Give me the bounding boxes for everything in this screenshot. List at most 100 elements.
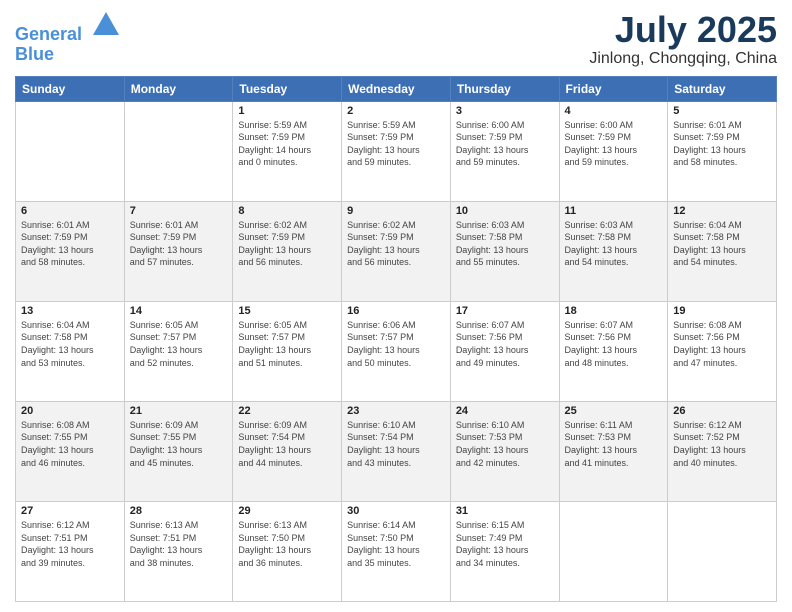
day-number: 11 [565,205,663,217]
table-row: 10 Sunrise: 6:03 AM Sunset: 7:58 PM Dayli… [450,201,559,301]
col-friday: Friday [559,76,668,101]
day-info: Sunrise: 6:08 AM Sunset: 7:56 PM Dayligh… [673,319,771,369]
table-row: 30 Sunrise: 6:14 AM Sunset: 7:50 PM Dayli… [342,501,451,601]
col-wednesday: Wednesday [342,76,451,101]
table-row: 17Sunrise: 6:07 AM Sunset: 7:56 PM Dayli… [450,301,559,401]
calendar-week-1: 1 Sunrise: 5:59 AM Sunset: 7:59 PM Daylig… [16,101,777,201]
day-info: Sunrise: 6:09 AM Sunset: 7:54 PM Dayligh… [238,419,336,469]
day-info: Sunrise: 5:59 AM Sunset: 7:59 PM Dayligh… [238,119,336,169]
day-info: Sunrise: 6:10 AM Sunset: 7:53 PM Dayligh… [456,419,554,469]
logo-icon [91,10,121,40]
day-info: Sunrise: 6:11 AM Sunset: 7:53 PM Dayligh… [565,419,663,469]
table-row [559,501,668,601]
day-info: Sunrise: 6:01 AM Sunset: 7:59 PM Dayligh… [130,219,228,269]
logo-text: General Blue [15,10,121,65]
table-row [668,501,777,601]
day-number: 30 [347,505,445,517]
day-info: Sunrise: 6:08 AM Sunset: 7:55 PM Dayligh… [21,419,119,469]
calendar-week-2: 6 Sunrise: 6:01 AM Sunset: 7:59 PM Daylig… [16,201,777,301]
table-row: 13Sunrise: 6:04 AM Sunset: 7:58 PM Dayli… [16,301,125,401]
day-number: 14 [130,305,228,317]
day-number: 13 [21,305,119,317]
day-number: 22 [238,405,336,417]
day-info: Sunrise: 6:10 AM Sunset: 7:54 PM Dayligh… [347,419,445,469]
table-row: 25 Sunrise: 6:11 AM Sunset: 7:53 PM Dayli… [559,401,668,501]
day-number: 26 [673,405,771,417]
table-row: 4 Sunrise: 6:00 AM Sunset: 7:59 PM Daylig… [559,101,668,201]
table-row: 31 Sunrise: 6:15 AM Sunset: 7:49 PM Dayli… [450,501,559,601]
day-number: 4 [565,105,663,117]
col-thursday: Thursday [450,76,559,101]
calendar-week-4: 20Sunrise: 6:08 AM Sunset: 7:55 PM Dayli… [16,401,777,501]
day-number: 29 [238,505,336,517]
month-title: July 2025 [589,10,777,50]
table-row: 23 Sunrise: 6:10 AM Sunset: 7:54 PM Dayli… [342,401,451,501]
day-number: 8 [238,205,336,217]
table-row: 19 Sunrise: 6:08 AM Sunset: 7:56 PM Dayli… [668,301,777,401]
day-info: Sunrise: 5:59 AM Sunset: 7:59 PM Dayligh… [347,119,445,169]
day-info: Sunrise: 6:07 AM Sunset: 7:56 PM Dayligh… [456,319,554,369]
day-info: Sunrise: 6:13 AM Sunset: 7:51 PM Dayligh… [130,519,228,569]
table-row: 24Sunrise: 6:10 AM Sunset: 7:53 PM Dayli… [450,401,559,501]
day-info: Sunrise: 6:15 AM Sunset: 7:49 PM Dayligh… [456,519,554,569]
table-row: 22 Sunrise: 6:09 AM Sunset: 7:54 PM Dayli… [233,401,342,501]
table-row: 2 Sunrise: 5:59 AM Sunset: 7:59 PM Daylig… [342,101,451,201]
day-number: 6 [21,205,119,217]
day-info: Sunrise: 6:09 AM Sunset: 7:55 PM Dayligh… [130,419,228,469]
day-number: 31 [456,505,554,517]
table-row: 8Sunrise: 6:02 AM Sunset: 7:59 PM Daylig… [233,201,342,301]
logo-blue: Blue [15,44,54,64]
day-number: 3 [456,105,554,117]
day-number: 2 [347,105,445,117]
col-sunday: Sunday [16,76,125,101]
table-row: 27Sunrise: 6:12 AM Sunset: 7:51 PM Dayli… [16,501,125,601]
day-info: Sunrise: 6:03 AM Sunset: 7:58 PM Dayligh… [565,219,663,269]
table-row: 16Sunrise: 6:06 AM Sunset: 7:57 PM Dayli… [342,301,451,401]
day-number: 21 [130,405,228,417]
day-number: 28 [130,505,228,517]
logo-general: General [15,24,82,44]
day-info: Sunrise: 6:14 AM Sunset: 7:50 PM Dayligh… [347,519,445,569]
day-info: Sunrise: 6:05 AM Sunset: 7:57 PM Dayligh… [130,319,228,369]
day-info: Sunrise: 6:03 AM Sunset: 7:58 PM Dayligh… [456,219,554,269]
day-number: 25 [565,405,663,417]
day-info: Sunrise: 6:06 AM Sunset: 7:57 PM Dayligh… [347,319,445,369]
day-number: 7 [130,205,228,217]
day-info: Sunrise: 6:04 AM Sunset: 7:58 PM Dayligh… [673,219,771,269]
col-monday: Monday [124,76,233,101]
table-row: 7 Sunrise: 6:01 AM Sunset: 7:59 PM Daylig… [124,201,233,301]
day-info: Sunrise: 6:13 AM Sunset: 7:50 PM Dayligh… [238,519,336,569]
table-row: 1 Sunrise: 5:59 AM Sunset: 7:59 PM Daylig… [233,101,342,201]
table-row: 20Sunrise: 6:08 AM Sunset: 7:55 PM Dayli… [16,401,125,501]
day-info: Sunrise: 6:05 AM Sunset: 7:57 PM Dayligh… [238,319,336,369]
table-row: 21 Sunrise: 6:09 AM Sunset: 7:55 PM Dayli… [124,401,233,501]
day-number: 5 [673,105,771,117]
table-row: 28 Sunrise: 6:13 AM Sunset: 7:51 PM Dayli… [124,501,233,601]
day-info: Sunrise: 6:01 AM Sunset: 7:59 PM Dayligh… [673,119,771,169]
day-number: 1 [238,105,336,117]
table-row: 26 Sunrise: 6:12 AM Sunset: 7:52 PM Dayli… [668,401,777,501]
day-info: Sunrise: 6:00 AM Sunset: 7:59 PM Dayligh… [565,119,663,169]
day-info: Sunrise: 6:02 AM Sunset: 7:59 PM Dayligh… [347,219,445,269]
day-number: 19 [673,305,771,317]
col-saturday: Saturday [668,76,777,101]
page: General Blue July 2025 Jinlong, Chongqin… [0,0,792,612]
day-info: Sunrise: 6:07 AM Sunset: 7:56 PM Dayligh… [565,319,663,369]
calendar-header-row: Sunday Monday Tuesday Wednesday Thursday… [16,76,777,101]
title-section: July 2025 Jinlong, Chongqing, China [589,10,777,68]
table-row: 29 Sunrise: 6:13 AM Sunset: 7:50 PM Dayli… [233,501,342,601]
table-row [124,101,233,201]
day-info: Sunrise: 6:12 AM Sunset: 7:51 PM Dayligh… [21,519,119,569]
day-number: 18 [565,305,663,317]
table-row: 12Sunrise: 6:04 AM Sunset: 7:58 PM Dayli… [668,201,777,301]
day-number: 23 [347,405,445,417]
day-number: 9 [347,205,445,217]
table-row: 5 Sunrise: 6:01 AM Sunset: 7:59 PM Daylig… [668,101,777,201]
col-tuesday: Tuesday [233,76,342,101]
day-info: Sunrise: 6:00 AM Sunset: 7:59 PM Dayligh… [456,119,554,169]
day-info: Sunrise: 6:12 AM Sunset: 7:52 PM Dayligh… [673,419,771,469]
table-row: 18 Sunrise: 6:07 AM Sunset: 7:56 PM Dayli… [559,301,668,401]
day-number: 10 [456,205,554,217]
logo: General Blue [15,10,121,65]
table-row: 3 Sunrise: 6:00 AM Sunset: 7:59 PM Daylig… [450,101,559,201]
